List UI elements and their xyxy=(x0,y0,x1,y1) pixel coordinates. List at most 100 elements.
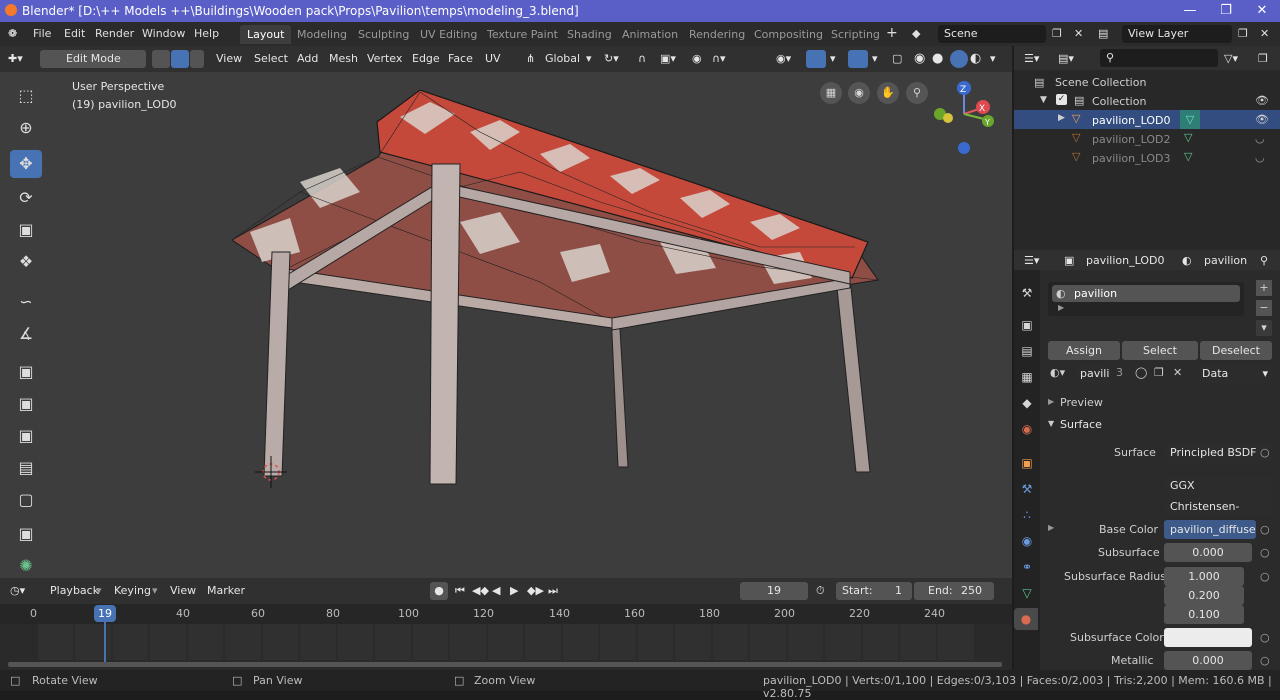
move-icon[interactable]: ✥ xyxy=(10,150,42,178)
physics-tab-icon[interactable]: ◉ xyxy=(1015,530,1039,552)
edge-select-button[interactable] xyxy=(171,50,189,68)
subsurface-color-swatch[interactable] xyxy=(1164,628,1252,647)
link-node-icon[interactable]: ○ xyxy=(1260,446,1270,459)
play-icon[interactable]: ▶ xyxy=(510,582,518,600)
blender-menu-icon[interactable]: ❁ xyxy=(8,27,17,40)
select-button[interactable]: Select xyxy=(1122,341,1198,360)
orientation-dropdown-icon[interactable]: ▾ xyxy=(586,50,592,68)
hidden-icon[interactable]: ◡ xyxy=(1255,132,1265,145)
gizmo-toggle-icon[interactable] xyxy=(806,50,826,68)
link-node-icon[interactable]: ○ xyxy=(1260,546,1270,559)
menu-keying[interactable]: Keying xyxy=(114,582,151,600)
tool-tab-icon[interactable]: ⚒ xyxy=(1015,282,1039,304)
add-workspace-icon[interactable]: + xyxy=(886,25,898,41)
poly-build-icon[interactable]: ▣ xyxy=(10,520,42,548)
prev-keyframe-icon[interactable]: ◀◆ xyxy=(472,582,489,600)
base-color-expand-icon[interactable]: ▶ xyxy=(1048,523,1054,532)
tab-modeling[interactable]: Modeling xyxy=(290,25,354,44)
subsurface-field[interactable]: 0.000 xyxy=(1164,543,1252,562)
editor-type-icon[interactable]: ✚▾ xyxy=(8,50,23,68)
tab-compositing[interactable]: Compositing xyxy=(747,25,830,44)
menu-face[interactable]: Face xyxy=(448,50,473,68)
subsurface-method-dropdown[interactable]: Christensen-Burley xyxy=(1164,497,1272,532)
next-keyframe-icon[interactable]: ◆▶ xyxy=(527,582,544,600)
maximize-button[interactable]: ❐ xyxy=(1208,0,1244,22)
annotate-icon[interactable]: ∽ xyxy=(10,288,42,316)
inset-icon[interactable]: ▣ xyxy=(10,390,42,418)
solid-shading-icon[interactable]: ● xyxy=(932,50,943,68)
menu-vertex[interactable]: Vertex xyxy=(367,50,402,68)
link-node-icon[interactable]: ○ xyxy=(1260,631,1270,644)
loop-cut-icon[interactable]: ▤ xyxy=(10,454,42,482)
3d-viewport[interactable]: User Perspective (19) pavilion_LOD0 ▦ ◉ … xyxy=(0,72,1012,578)
deselect-button[interactable]: Deselect xyxy=(1200,341,1272,360)
minimize-button[interactable]: — xyxy=(1172,0,1208,22)
orientation-label[interactable]: Global xyxy=(545,50,580,68)
zoom-icon[interactable]: ⚲ xyxy=(906,82,928,104)
collection-visibility-icon[interactable]: 👁 xyxy=(1255,94,1269,107)
new-view-layer-icon[interactable]: ❐ xyxy=(1238,27,1248,40)
rotate-icon[interactable]: ⟳ xyxy=(10,184,42,212)
mesh-data-tab-icon[interactable]: ▽ xyxy=(1015,582,1039,604)
tab-scripting[interactable]: Scripting xyxy=(824,25,887,44)
menu-view-timeline[interactable]: View xyxy=(170,582,196,600)
spin-icon[interactable]: ✺ xyxy=(10,552,42,580)
pan-hand-icon[interactable]: ✋ xyxy=(877,82,899,104)
timeline-editor-icon[interactable]: ◷▾ xyxy=(10,582,25,600)
link-node-icon[interactable]: ○ xyxy=(1260,523,1270,536)
menu-playback[interactable]: Playback xyxy=(50,582,99,600)
fake-user-icon[interactable]: ◯ xyxy=(1135,366,1147,379)
scale-icon[interactable]: ▣ xyxy=(10,216,42,244)
outliner-editor-icon[interactable]: ☰▾ xyxy=(1024,50,1039,68)
record-icon[interactable]: ● xyxy=(430,582,448,600)
falloff-icon[interactable]: ∩▾ xyxy=(712,50,726,68)
material-slot-row[interactable]: ◐ pavilion xyxy=(1052,285,1240,302)
shading-dropdown-icon[interactable]: ▾ xyxy=(990,50,996,68)
scene-tab-icon[interactable]: ◆ xyxy=(1015,392,1039,414)
delete-view-layer-icon[interactable]: ✕ xyxy=(1260,27,1269,40)
start-frame-field[interactable]: Start: 1 xyxy=(836,582,912,600)
subsurface-radius-y-field[interactable]: 0.200 xyxy=(1164,586,1244,605)
measure-icon[interactable]: ∡ xyxy=(10,320,42,348)
tab-sculpting[interactable]: Sculpting xyxy=(351,25,416,44)
subsurface-radius-z-field[interactable]: 0.100 xyxy=(1164,605,1244,624)
menu-add[interactable]: Add xyxy=(297,50,318,68)
tab-animation[interactable]: Animation xyxy=(615,25,685,44)
output-tab-icon[interactable]: ▤ xyxy=(1015,340,1039,362)
new-scene-icon[interactable]: ❐ xyxy=(1052,27,1062,40)
metallic-field[interactable]: 0.000 xyxy=(1164,651,1252,670)
material-users-count[interactable]: 3 xyxy=(1116,366,1123,379)
material-browse-icon[interactable]: ◐▾ xyxy=(1050,366,1065,379)
outliner-row-lod2[interactable]: ▽ pavilion_LOD2 ▽ ◡ xyxy=(1014,129,1280,148)
constraints-tab-icon[interactable]: ⚭ xyxy=(1015,556,1039,578)
pin-icon[interactable]: ⚲ xyxy=(1260,252,1268,270)
transform-orientation-icon[interactable]: ⋔ xyxy=(526,50,535,68)
new-collection-icon[interactable]: ❐ xyxy=(1258,50,1268,68)
proportional-icon[interactable]: ◉ xyxy=(692,50,702,68)
wireframe-shading-icon[interactable]: ◉ xyxy=(914,50,925,68)
snap-icon[interactable]: ∩ xyxy=(638,50,646,68)
list-expand-icon[interactable]: ▶ xyxy=(1058,303,1064,312)
collection-label[interactable]: Collection xyxy=(1092,95,1146,108)
menu-edit[interactable]: Edit xyxy=(64,27,85,40)
overlay-toggle-icon[interactable] xyxy=(848,50,868,68)
preview-section-label[interactable]: Preview xyxy=(1060,396,1103,409)
subsurface-radius-x-field[interactable]: 1.000 xyxy=(1164,567,1244,586)
outliner-row-lod0[interactable]: ▶ ▽ pavilion_LOD0 ▽ 👁 xyxy=(1014,110,1280,129)
bevel-icon[interactable]: ▣ xyxy=(10,422,42,450)
particles-tab-icon[interactable]: ∴ xyxy=(1015,504,1039,526)
link-dropdown[interactable]: Data ▾ xyxy=(1198,364,1272,383)
surface-shader-field[interactable]: Principled BSDF xyxy=(1164,443,1272,462)
jump-start-icon[interactable]: ⏮ xyxy=(455,582,465,600)
scene-collection-label[interactable]: Scene Collection xyxy=(1055,76,1146,89)
menu-edge[interactable]: Edge xyxy=(412,50,440,68)
object-tab-icon[interactable]: ▣ xyxy=(1015,452,1039,474)
vertex-select-button[interactable] xyxy=(152,50,170,68)
mesh-data-icon[interactable]: ▽ xyxy=(1180,110,1200,129)
scene-field[interactable]: Scene xyxy=(938,25,1046,43)
duplicate-material-icon[interactable]: ❐ xyxy=(1154,366,1164,379)
expand-collection-icon[interactable]: ▼ xyxy=(1040,95,1047,105)
outliner-row-lod3[interactable]: ▽ pavilion_LOD3 ▽ ◡ xyxy=(1014,148,1280,167)
assign-button[interactable]: Assign xyxy=(1048,341,1120,360)
playback-dropdown-icon[interactable]: ▾ xyxy=(96,582,102,600)
